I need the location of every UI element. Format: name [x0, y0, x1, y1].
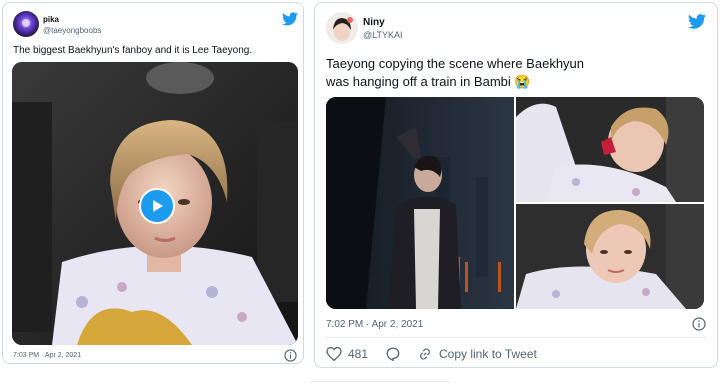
copy-link-label: Copy link to Tweet — [439, 347, 537, 361]
like-button[interactable]: 481 — [326, 347, 368, 361]
tweet-text: Taeyong copying the scene where Baekhyun… — [326, 56, 585, 89]
info-icon[interactable] — [692, 317, 706, 331]
video-thumbnail[interactable] — [12, 62, 298, 345]
timestamp[interactable]: 7:02 PM · Apr 2, 2021 — [326, 319, 423, 330]
copy-link-button[interactable]: Copy link to Tweet — [417, 347, 537, 361]
info-icon[interactable] — [284, 349, 297, 362]
reply-button[interactable] — [385, 347, 407, 361]
media-image-1[interactable] — [326, 97, 514, 309]
tweet-card-1[interactable]: pika @taeyongboobs The biggest Baekhyun'… — [2, 2, 304, 364]
timestamp[interactable]: 7:03 PM · Apr 2, 2021 — [13, 352, 81, 359]
avatar[interactable] — [326, 12, 358, 44]
link-icon — [420, 348, 430, 360]
taeyong-pose-image — [516, 97, 704, 202]
twitter-bird-icon[interactable] — [282, 12, 298, 26]
display-name[interactable]: Niny — [363, 16, 402, 29]
username[interactable]: @LTYKAI — [363, 29, 402, 42]
heart-icon — [326, 347, 342, 361]
tweet-text: The biggest Baekhyun's fanboy and it is … — [13, 45, 253, 56]
reply-icon — [386, 347, 400, 361]
divider — [326, 337, 706, 338]
display-name[interactable]: pika — [43, 14, 101, 25]
play-icon — [153, 200, 163, 212]
tweet-card-2[interactable]: Niny @LTYKAI Taeyong copying the scene w… — [314, 2, 718, 368]
media-image-3[interactable] — [516, 204, 704, 309]
avatar[interactable] — [13, 11, 39, 37]
train-scene-image — [326, 97, 514, 309]
taeyong-selfie-image — [516, 204, 704, 309]
username[interactable]: @taeyongboobs — [43, 25, 101, 36]
media-image-2[interactable] — [516, 97, 704, 202]
twitter-bird-icon[interactable] — [688, 14, 706, 29]
like-count: 481 — [348, 347, 369, 361]
page-divider — [310, 381, 450, 382]
play-button[interactable] — [139, 188, 175, 224]
